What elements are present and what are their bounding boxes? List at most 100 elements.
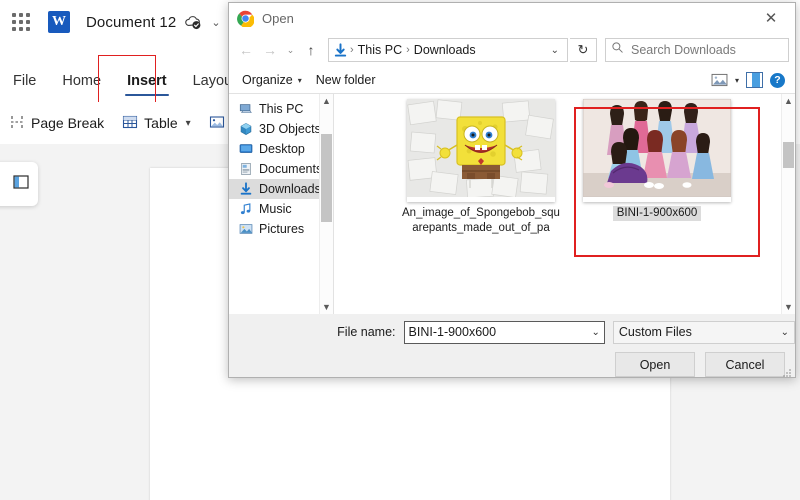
search-input[interactable]: Search Downloads [605, 38, 789, 62]
scroll-up-icon[interactable]: ▲ [784, 94, 793, 108]
sidebar-item-3d-objects[interactable]: 3D Objects [229, 119, 333, 139]
navigation-pane-icon [12, 173, 30, 196]
sidebar-item-downloads[interactable]: Downloads [229, 179, 333, 199]
documents-icon [239, 162, 253, 176]
scroll-down-icon[interactable]: ▼ [784, 300, 793, 314]
sidebar-label: Documents [259, 162, 323, 176]
navigation-pane-toggle[interactable] [0, 162, 38, 206]
app-launcher-icon[interactable] [8, 9, 34, 35]
tab-home[interactable]: Home [49, 60, 114, 102]
chrome-icon [237, 10, 255, 28]
desktop-icon [239, 142, 253, 156]
sidebar-label: This PC [259, 102, 304, 116]
address-bar[interactable]: › This PC › Downloads ⌄ [328, 38, 568, 62]
word-logo-icon: W [48, 11, 70, 33]
file-label: An_image_of_Spongebob_squarepants_made_o… [402, 207, 560, 234]
breadcrumb-downloads[interactable]: Downloads [412, 43, 478, 57]
downloads-icon [239, 182, 253, 196]
help-icon[interactable]: ? [770, 72, 785, 88]
bini-group-thumbnail [572, 98, 742, 202]
music-icon [239, 202, 253, 216]
dialog-navigation-bar: ← → ⌄ ↑ › This PC › Downloads ⌄ ↻ Search… [229, 33, 795, 67]
table-label: Table [144, 115, 178, 131]
resize-grip[interactable] [782, 365, 792, 377]
file-label: BINI-1-900x600 [612, 206, 702, 221]
forward-icon[interactable]: → [259, 38, 281, 62]
search-icon [611, 41, 624, 59]
document-title[interactable]: Document 12 [86, 14, 176, 31]
table-icon [122, 114, 138, 133]
this-pc-icon [239, 102, 253, 116]
sidebar-label: Desktop [259, 142, 305, 156]
table-chevron-down-icon[interactable]: ▾ [186, 118, 191, 129]
sidebar-item-this-pc[interactable]: This PC [229, 99, 333, 119]
screen: W Document 12 ⌄ File Home Insert Layout [0, 0, 800, 500]
pictures-icon [239, 222, 253, 236]
sidebar-item-desktop[interactable]: Desktop [229, 139, 333, 159]
file-name-chevron-down-icon[interactable]: ⌄ [592, 327, 600, 338]
refresh-icon[interactable]: ↻ [570, 38, 597, 62]
file-label-wrap: BINI-1-900x600 [572, 202, 742, 221]
sidebar-item-music[interactable]: Music [229, 199, 333, 219]
address-chevron-down-icon[interactable]: ⌄ [547, 45, 563, 56]
title-chevron-down-icon[interactable]: ⌄ [211, 16, 220, 29]
breadcrumb-this-pc[interactable]: This PC [356, 43, 404, 57]
file-name-input[interactable]: BINI-1-900x600 ⌄ [403, 320, 605, 344]
file-name-label: File name: [337, 325, 396, 339]
picture-icon [209, 114, 225, 133]
sidebar-label: Music [259, 202, 292, 216]
dialog-title: Open [262, 10, 294, 26]
dialog-toolbar: Organize ▾ New folder ▾ ? [229, 67, 795, 94]
dialog-body: This PC 3D Objects Desktop Documents Dow… [229, 94, 795, 314]
preview-pane-icon[interactable] [746, 72, 763, 88]
3d-objects-icon [239, 122, 253, 136]
view-mode-caret-icon[interactable]: ▾ [735, 76, 739, 85]
sidebar-label: Pictures [259, 222, 305, 236]
page-break-icon [9, 114, 25, 133]
sidebar-scroll-thumb[interactable] [321, 134, 332, 222]
dialog-toolbar-right: ▾ ? [711, 72, 789, 88]
file-scroll-track[interactable] [782, 108, 795, 300]
open-file-dialog: Open ✕ ← → ⌄ ↑ › This PC › Downloads ⌄ ↻ [228, 2, 796, 378]
dialog-sidebar: This PC 3D Objects Desktop Documents Dow… [229, 94, 333, 314]
sidebar-item-documents[interactable]: Documents [229, 159, 333, 179]
sidebar-item-pictures[interactable]: Pictures [229, 219, 333, 239]
page-break-label: Page Break [31, 115, 105, 131]
page-break-button[interactable]: Page Break [0, 114, 113, 133]
table-button[interactable]: Table ▾ [113, 114, 200, 133]
tab-insert[interactable]: Insert [114, 60, 180, 102]
new-folder-button[interactable]: New folder [309, 73, 383, 87]
sidebar-scroll-track[interactable] [320, 108, 333, 300]
scroll-up-icon[interactable]: ▲ [322, 94, 331, 108]
sidebar-scrollbar[interactable]: ▲ ▼ [319, 94, 333, 314]
breadcrumb-separator-2: › [406, 44, 410, 56]
file-type-filter[interactable]: Custom Files ⌄ [612, 320, 795, 344]
organize-label: Organize [242, 73, 293, 87]
sidebar-label: Downloads [259, 182, 321, 196]
file-list-scrollbar[interactable]: ▲ ▼ [781, 94, 795, 314]
open-button[interactable]: Open [615, 352, 695, 377]
list-item[interactable]: BINI-1-900x600 [572, 98, 742, 221]
file-type-chevron-down-icon[interactable]: ⌄ [781, 327, 789, 338]
tab-file[interactable]: File [0, 60, 49, 102]
close-icon[interactable]: ✕ [751, 4, 791, 32]
scroll-down-icon[interactable]: ▼ [322, 300, 331, 314]
file-type-value: Custom Files [618, 325, 692, 339]
breadcrumb-separator: › [350, 44, 354, 56]
view-mode-icon[interactable] [711, 73, 728, 87]
up-icon[interactable]: ↑ [300, 38, 322, 62]
back-icon[interactable]: ← [235, 38, 257, 62]
history-chevron-down-icon[interactable]: ⌄ [283, 38, 298, 62]
new-folder-label: New folder [315, 73, 376, 87]
file-name-row: File name: BINI-1-900x600 ⌄ Custom Files… [229, 320, 795, 344]
file-list[interactable]: An_image_of_Spongebob_squarepants_made_o… [333, 94, 795, 314]
file-scroll-thumb[interactable] [783, 142, 794, 168]
dialog-footer: File name: BINI-1-900x600 ⌄ Custom Files… [229, 314, 795, 377]
list-item[interactable]: An_image_of_Spongebob_squarepants_made_o… [396, 98, 566, 236]
cloud-saved-icon[interactable] [184, 13, 202, 31]
dialog-buttons: Open Cancel [229, 344, 795, 377]
search-placeholder: Search Downloads [631, 43, 736, 57]
cancel-button[interactable]: Cancel [705, 352, 785, 377]
spongebob-thumbnail [396, 98, 566, 202]
organize-button[interactable]: Organize ▾ [235, 73, 309, 87]
